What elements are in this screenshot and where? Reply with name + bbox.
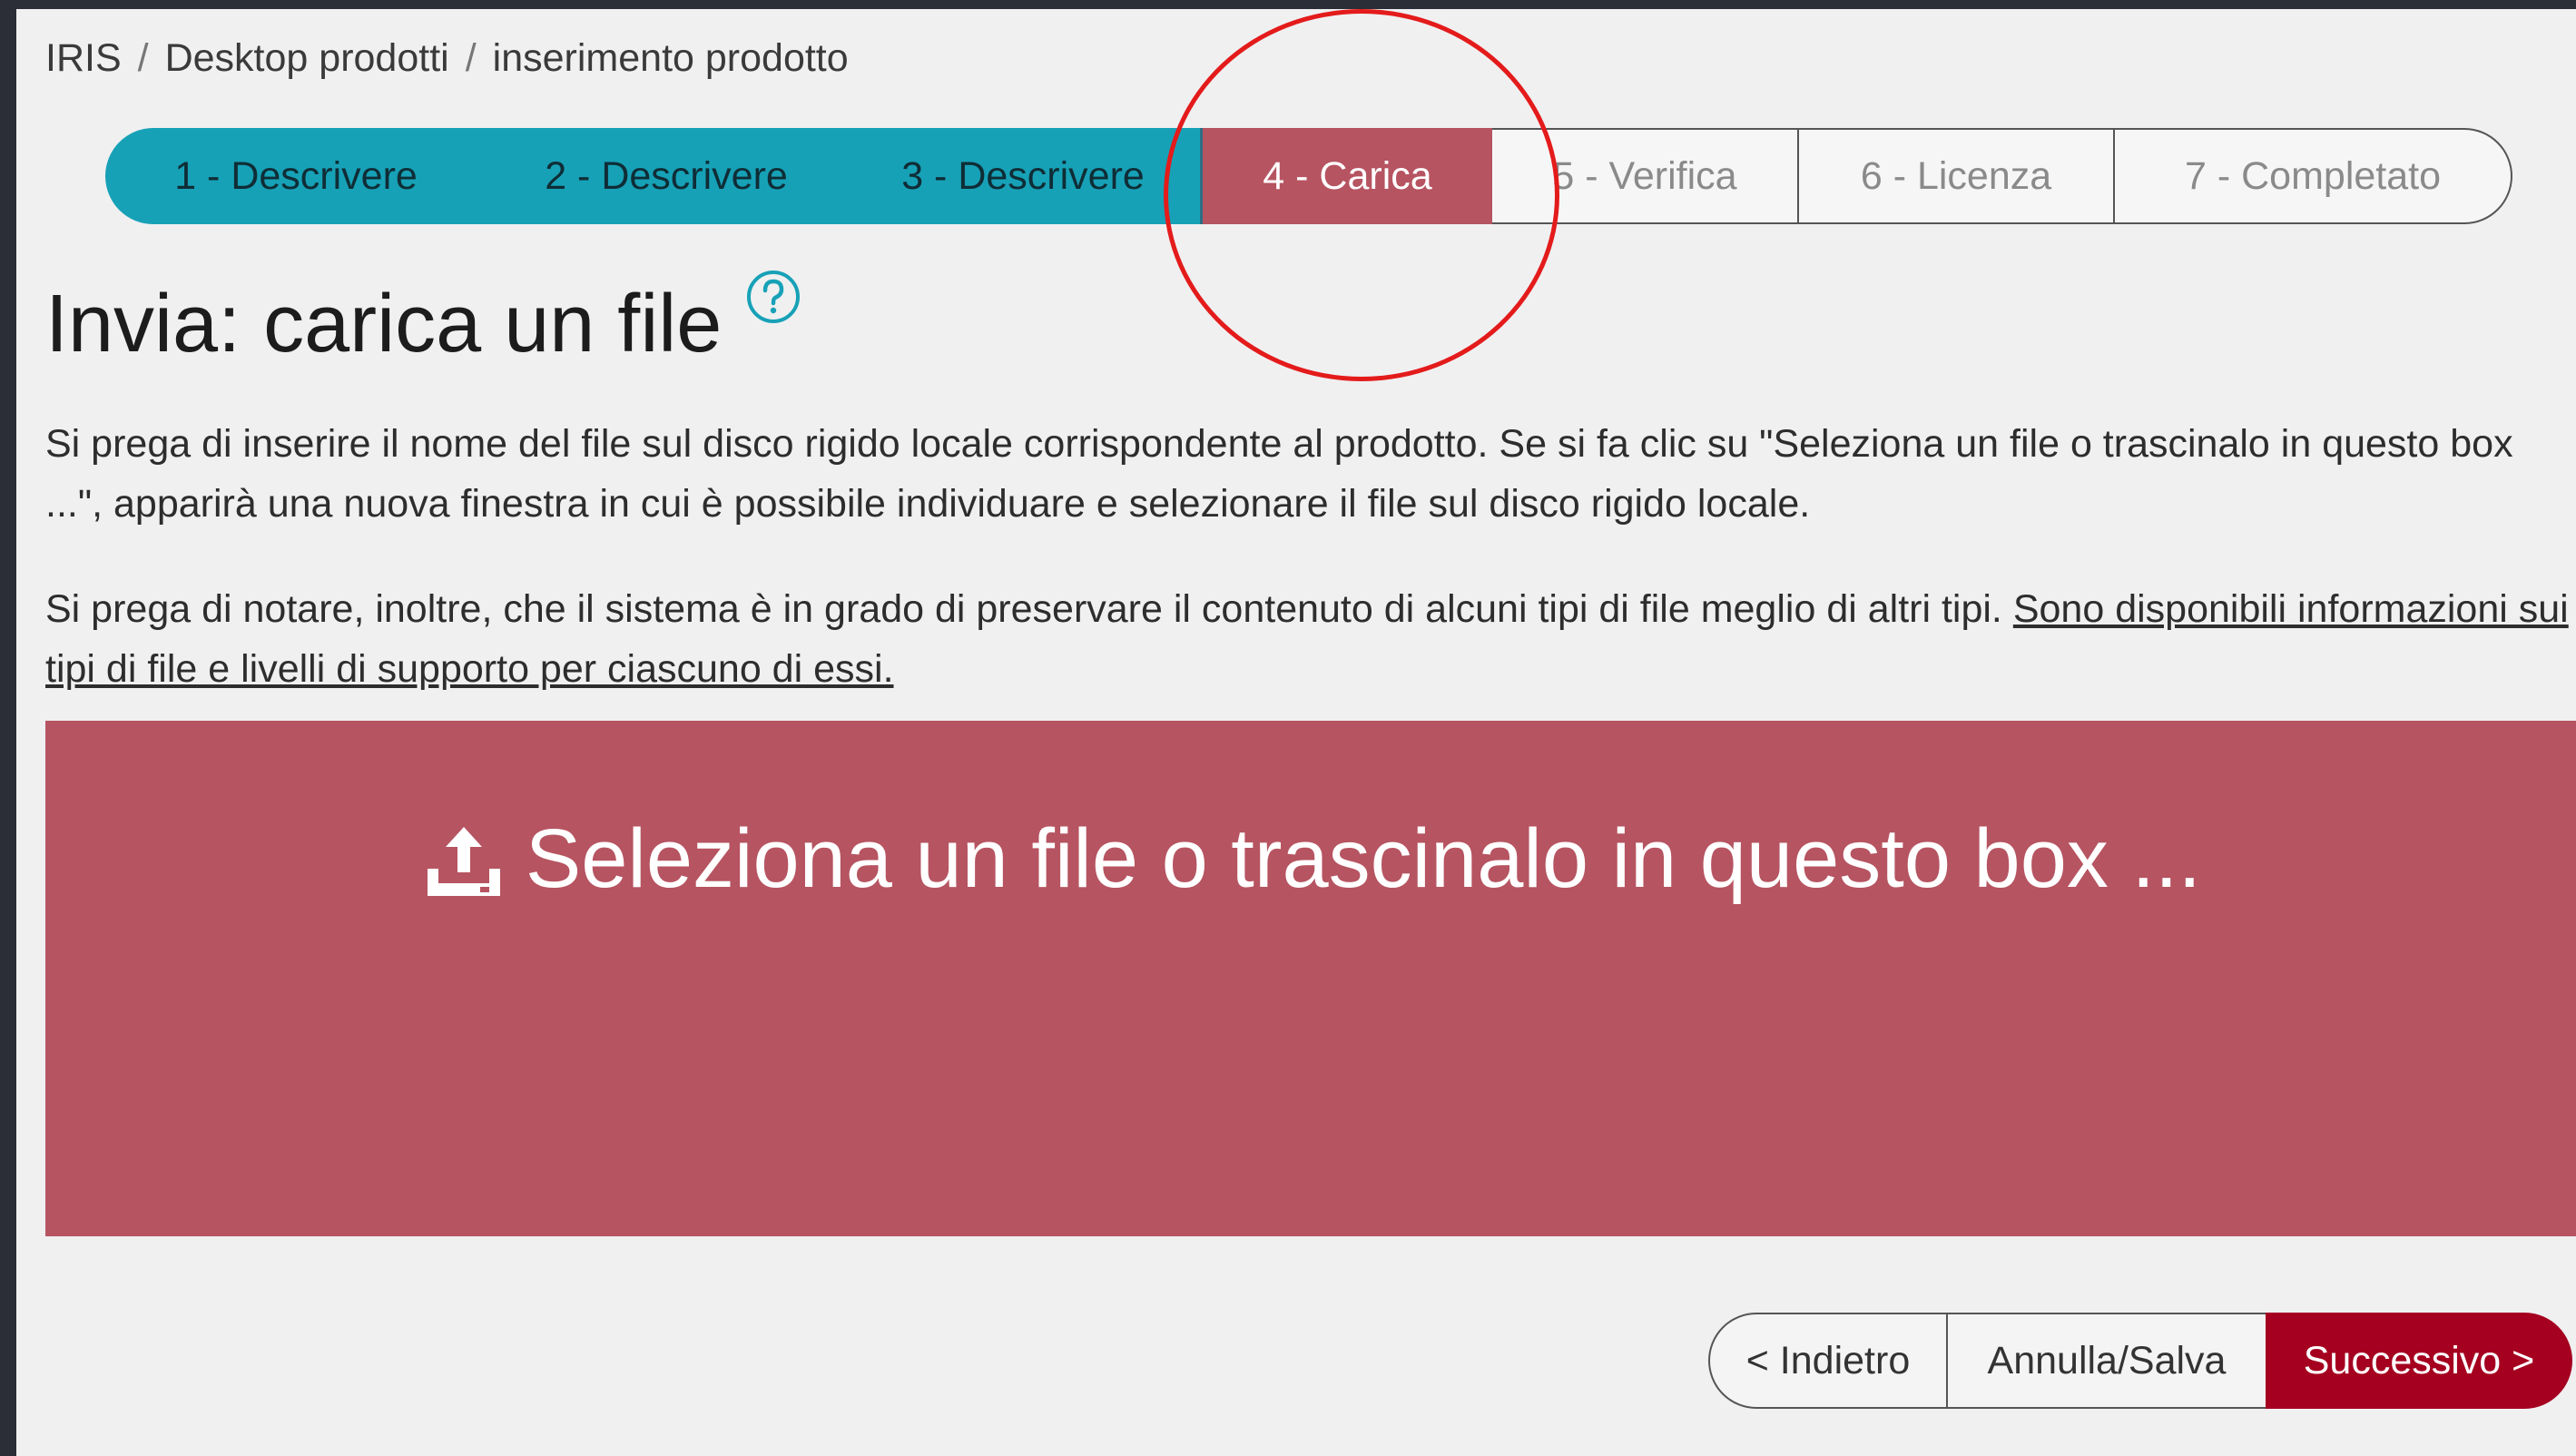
progress-stepper: 1 - Descrivere 2 - Descrivere 3 - Descri…	[105, 128, 2512, 224]
note-text: Si prega di notare, inoltre, che il sist…	[45, 587, 2013, 631]
note-paragraph: Si prega di notare, inoltre, che il sist…	[45, 579, 2576, 699]
dropzone-content: Seleziona un file o trascinalo in questo…	[45, 812, 2576, 907]
breadcrumb-item-iris[interactable]: IRIS	[45, 36, 122, 81]
step-4-active[interactable]: 4 - Carica	[1200, 128, 1492, 224]
page-title: Invia: carica un file	[45, 271, 801, 371]
file-dropzone[interactable]: Seleziona un file o trascinalo in questo…	[45, 721, 2576, 1236]
breadcrumb-item-desktop[interactable]: Desktop prodotti	[165, 36, 449, 81]
help-icon[interactable]	[745, 269, 801, 325]
step-6: 6 - Licenza	[1799, 128, 2115, 224]
step-2[interactable]: 2 - Descrivere	[487, 128, 846, 224]
step-1[interactable]: 1 - Descrivere	[105, 128, 487, 224]
cancel-save-button[interactable]: Annulla/Salva	[1948, 1313, 2266, 1409]
back-button[interactable]: < Indietro	[1708, 1313, 1948, 1409]
breadcrumb-separator: /	[465, 36, 477, 80]
step-5: 5 - Verifica	[1492, 128, 1799, 224]
next-button[interactable]: Successivo >	[2266, 1313, 2572, 1409]
breadcrumb: IRIS / Desktop prodotti / inserimento pr…	[45, 36, 849, 81]
upload-icon	[427, 826, 500, 896]
step-7: 7 - Completato	[2115, 128, 2512, 224]
navigation-buttons: < Indietro Annulla/Salva Successivo >	[1708, 1313, 2572, 1409]
page-title-text: Invia: carica un file	[45, 279, 723, 369]
dropzone-label: Seleziona un file o trascinalo in questo…	[525, 812, 2202, 905]
step-3[interactable]: 3 - Descrivere	[846, 128, 1200, 224]
breadcrumb-separator: /	[137, 36, 149, 80]
breadcrumb-item-current: inserimento prodotto	[492, 36, 849, 80]
page: IRIS / Desktop prodotti / inserimento pr…	[16, 9, 2576, 1456]
intro-paragraph: Si prega di inserire il nome del file su…	[45, 422, 2513, 526]
